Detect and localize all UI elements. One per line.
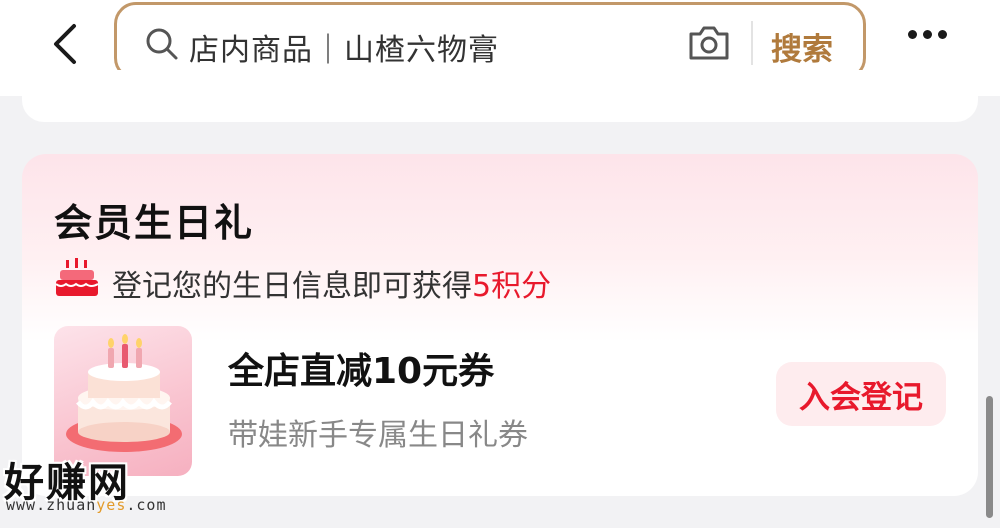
search-box[interactable]: 店内商品｜山楂六物膏 搜索 [114, 2, 866, 80]
back-button[interactable] [40, 18, 90, 70]
points-value: 5积分 [472, 269, 552, 304]
birthday-info-text: 登记您的生日信息即可获得5积分 [112, 261, 551, 305]
cake-icon [55, 258, 99, 296]
search-icon [146, 28, 178, 60]
search-divider [751, 21, 753, 65]
join-register-button[interactable]: 入会登记 [776, 362, 946, 426]
birthday-gift-card: 会员生日礼 登记您的生日信息即可获得5积分 全店直减10元券 带娃新手专属生日礼 [22, 154, 978, 496]
back-arrow-icon [54, 24, 76, 64]
coupon-subtitle: 带娃新手专属生日礼券 [228, 418, 528, 453]
watermark-url-suffix: .com [126, 496, 167, 514]
watermark-url-prefix: www.zhuan [6, 496, 97, 514]
watermark-url: www.zhuanyes.com [6, 496, 167, 514]
coupon-title: 全店直减10元券 [228, 351, 495, 392]
info-prefix: 登记您的生日信息即可获得 [112, 269, 472, 304]
search-button[interactable]: 搜索 [771, 24, 833, 69]
search-input[interactable]: 店内商品｜山楂六物膏 [189, 25, 499, 69]
more-dot [938, 30, 947, 39]
watermark-url-highlight: yes [96, 496, 127, 514]
previous-card [22, 70, 978, 122]
watermark-logo: 好赚网 www.zhuanyes.com [4, 450, 204, 528]
more-icon[interactable] [908, 30, 947, 39]
more-dot [923, 30, 932, 39]
card-title: 会员生日礼 [54, 201, 255, 245]
more-dot [908, 30, 917, 39]
scrollbar[interactable] [986, 396, 993, 518]
camera-icon[interactable] [687, 23, 731, 63]
